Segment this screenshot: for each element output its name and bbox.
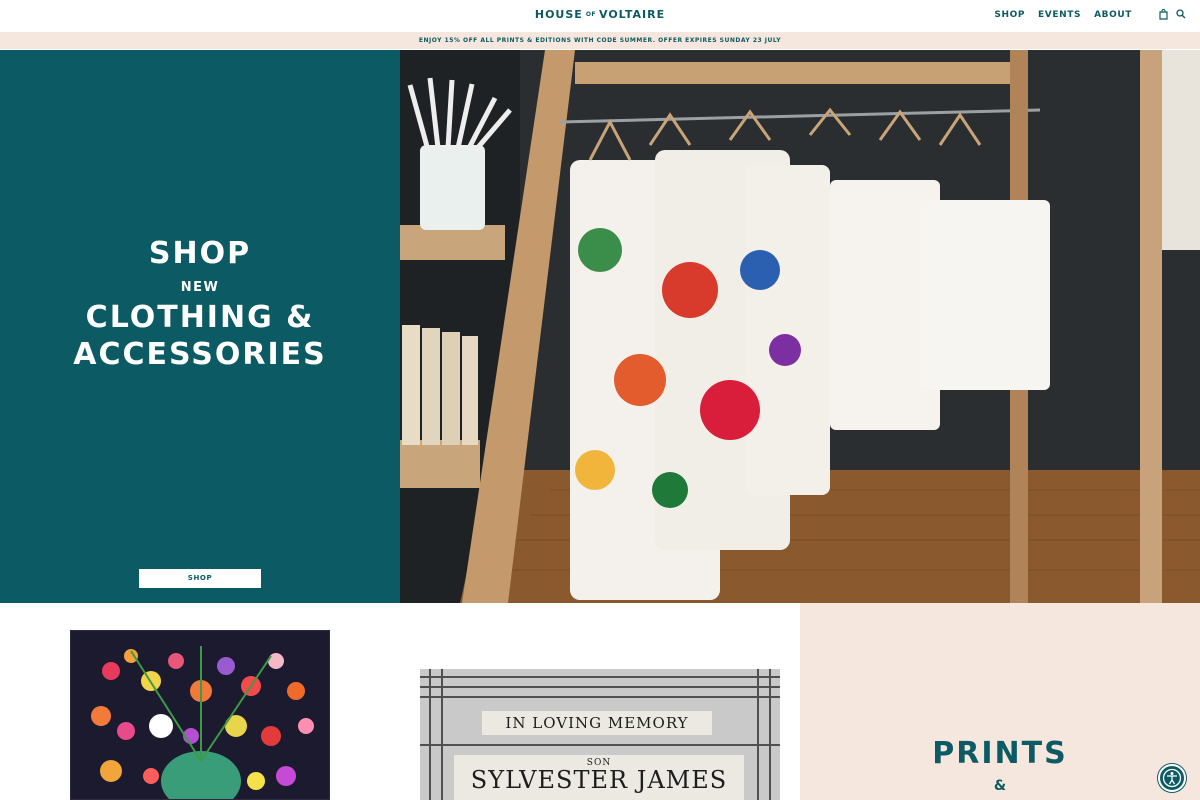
memory-plate-name-text: SYLVESTER JAMES	[470, 766, 728, 794]
nav-events-link[interactable]: EVENTS	[1038, 10, 1081, 20]
floral-print-image[interactable]	[70, 630, 330, 800]
accessibility-button[interactable]	[1158, 764, 1186, 792]
hero-heading-line-accessories: ACCESSORIES	[73, 337, 327, 372]
hero-heading-category: CLOTHING & ACCESSORIES	[0, 299, 400, 373]
promo-banner: ENJOY 15% OFF ALL PRINTS & EDITIONS WITH…	[0, 32, 1200, 49]
header-icons	[1158, 8, 1186, 20]
hero-clothing-rack-image[interactable]	[400, 50, 1200, 603]
nav-shop-link[interactable]: SHOP	[994, 10, 1025, 20]
main-nav: SHOP EVENTS ABOUT	[994, 10, 1132, 20]
in-loving-memory-print-image[interactable]: IN LOVING MEMORY SON SYLVESTER JAMES	[420, 669, 780, 800]
accessibility-icon	[1162, 768, 1182, 788]
hero-shop-button[interactable]: SHOP	[139, 569, 261, 588]
logo-word-of: OF	[585, 11, 597, 18]
bag-icon[interactable]	[1158, 8, 1169, 20]
site-header: HOUSE OF VOLTAIRE SHOP EVENTS ABOUT	[0, 0, 1200, 32]
prints-ampersand: &	[993, 778, 1007, 794]
hero-heading-line-clothing: CLOTHING &	[85, 300, 315, 335]
logo-word-voltaire: VOLTAIRE	[599, 8, 666, 21]
search-icon[interactable]	[1175, 8, 1186, 20]
prints-heading: PRINTS	[932, 736, 1068, 771]
hero-panel: SHOP NEW CLOTHING & ACCESSORIES SHOP	[0, 50, 400, 603]
prints-promo-panel[interactable]: PRINTS &	[800, 603, 1200, 800]
hero-heading-shop: SHOP	[148, 236, 252, 271]
memory-plate-name: SON SYLVESTER JAMES	[454, 755, 744, 800]
logo-word-house: HOUSE	[534, 8, 583, 21]
nav-about-link[interactable]: ABOUT	[1094, 10, 1132, 20]
hero-heading-new: NEW	[180, 280, 220, 295]
memory-plate-top: IN LOVING MEMORY	[482, 711, 712, 735]
